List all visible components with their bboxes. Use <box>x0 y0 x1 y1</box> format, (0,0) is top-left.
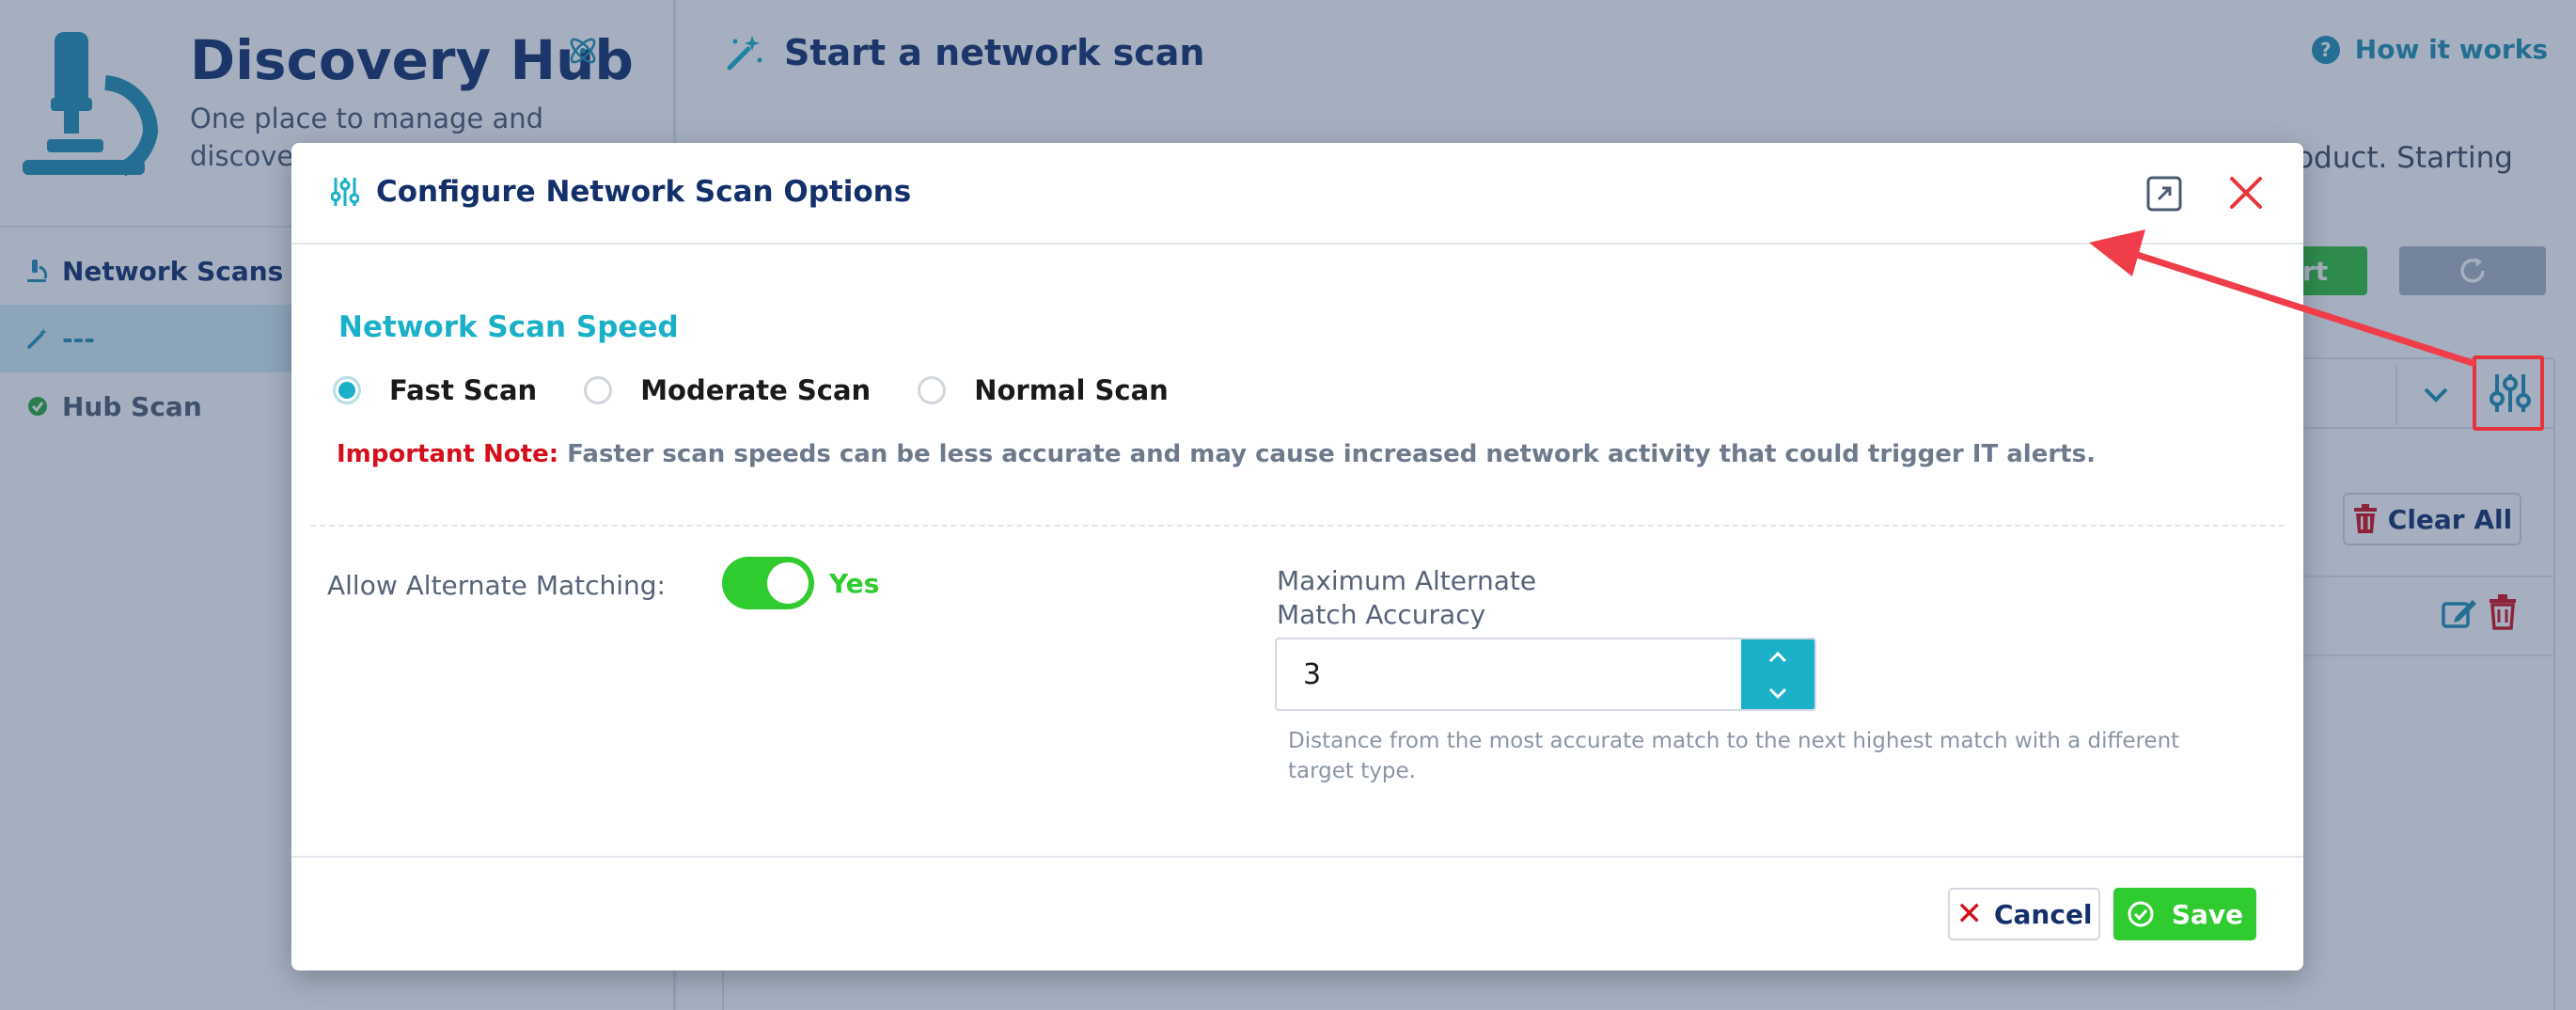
cancel-label: Cancel <box>1993 898 2093 930</box>
scan-options-modal: Configure Network Scan Options Network S… <box>291 143 2303 971</box>
save-label: Save <box>2171 898 2244 930</box>
stepper-up-button[interactable] <box>1741 639 1814 675</box>
important-note: Important Note: Faster scan speeds can b… <box>337 440 2096 468</box>
radio-label: Moderate Scan <box>640 374 872 406</box>
expand-icon[interactable] <box>2145 175 2183 213</box>
save-button[interactable]: Save <box>2113 888 2256 940</box>
scan-speed-heading: Network Scan Speed <box>338 310 679 344</box>
alt-matching-label: Allow Alternate Matching: <box>327 570 666 601</box>
chevron-down-icon <box>1768 687 1787 700</box>
cancel-button[interactable]: ✕ Cancel <box>1948 888 2100 940</box>
toggle-knob <box>767 562 809 604</box>
alt-matching-value: Yes <box>829 568 880 599</box>
radio-indicator <box>333 376 361 404</box>
radio-label: Fast Scan <box>389 374 538 406</box>
close-icon: ✕ <box>1956 895 1983 933</box>
close-icon[interactable] <box>2224 171 2268 214</box>
note-label: Important Note: <box>337 440 559 468</box>
radio-label: Normal Scan <box>974 374 1169 406</box>
modal-title-text: Configure Network Scan Options <box>376 175 912 209</box>
number-stepper <box>1741 639 1814 709</box>
modal-title: Configure Network Scan Options <box>331 175 911 209</box>
max-distance-value: 3 <box>1303 658 1322 691</box>
radio-fast-scan[interactable]: Fast Scan <box>333 374 537 406</box>
sliders-icon <box>331 178 359 206</box>
radio-moderate-scan[interactable]: Moderate Scan <box>584 374 871 406</box>
check-circle-icon <box>2128 901 2154 927</box>
note-text: Faster scan speeds can be less accurate … <box>567 440 2096 468</box>
max-distance-input[interactable]: 3 <box>1275 638 1816 711</box>
max-distance-help: Distance from the most accurate match to… <box>1288 729 2180 783</box>
annotation-highlight-box <box>2473 355 2544 431</box>
modal-header: Configure Network Scan Options <box>291 143 2303 245</box>
stepper-down-button[interactable] <box>1741 675 1814 709</box>
radio-normal-scan[interactable]: Normal Scan <box>918 374 1169 406</box>
scan-speed-radio-group: Fast Scan Moderate Scan Normal Scan <box>333 374 1216 406</box>
radio-indicator <box>918 376 947 404</box>
section-divider <box>310 525 2285 527</box>
alt-matching-toggle[interactable] <box>722 557 814 609</box>
modal-footer-divider <box>291 856 2303 858</box>
radio-indicator <box>584 376 613 404</box>
chevron-up-icon <box>1768 651 1787 663</box>
